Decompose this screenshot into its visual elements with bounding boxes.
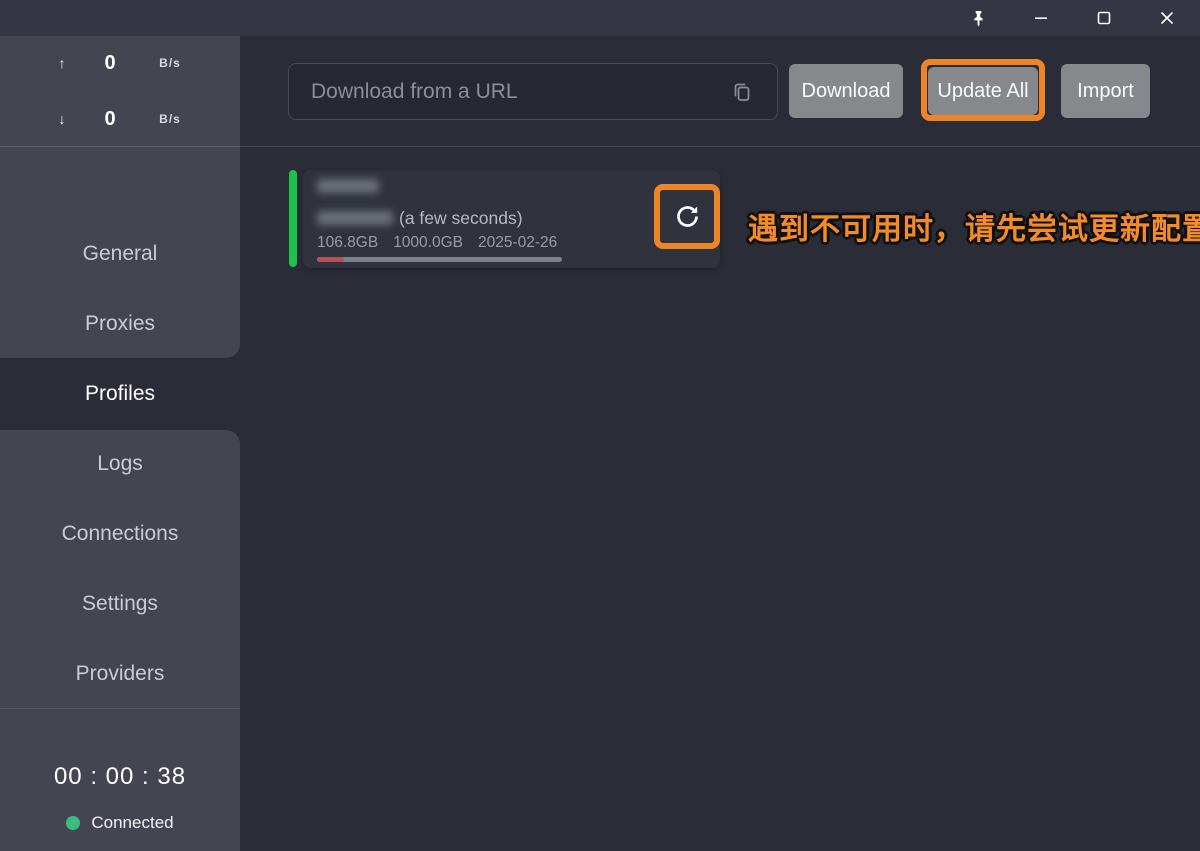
connection-status: Connected bbox=[0, 809, 240, 837]
sidebar-item-settings[interactable]: Settings bbox=[0, 569, 240, 639]
sidebar-item-proxies[interactable]: Proxies bbox=[0, 289, 240, 359]
annotation-tip-text: 遇到不可用时，请先尝试更新配置 bbox=[748, 204, 1200, 248]
redacted-profile-name bbox=[317, 179, 379, 193]
expiry-date: 2025-02-26 bbox=[478, 234, 557, 252]
sidebar-item-profiles[interactable]: Profiles bbox=[0, 359, 240, 429]
maximize-icon[interactable] bbox=[1081, 0, 1127, 36]
pin-icon[interactable] bbox=[955, 0, 1001, 36]
download-button[interactable]: Download bbox=[789, 64, 903, 118]
traffic-progress-track bbox=[317, 257, 562, 262]
traffic-total: 1000.0GB bbox=[393, 234, 463, 252]
redacted-profile-url bbox=[317, 211, 393, 225]
url-input[interactable] bbox=[288, 63, 778, 120]
progress-fill bbox=[317, 257, 344, 262]
toolbar-divider bbox=[0, 146, 1200, 147]
update-all-button[interactable]: Update All bbox=[928, 67, 1038, 115]
profile-card[interactable]: (a few seconds) 106.8GB 1000.0GB 2025-02… bbox=[303, 170, 720, 268]
download-speed: ↓ 0 B/s bbox=[0, 104, 240, 134]
profile-stats-row: 106.8GB 1000.0GB 2025-02-26 bbox=[317, 234, 557, 252]
upload-speed-value: 0 bbox=[80, 52, 140, 75]
upload-speed-unit: B/s bbox=[150, 56, 190, 70]
app-window: ↑ 0 B/s ↓ 0 B/s General Proxies Profiles… bbox=[0, 0, 1200, 851]
status-label: Connected bbox=[91, 813, 173, 833]
sidebar-item-general[interactable]: General bbox=[0, 219, 240, 289]
upload-speed: ↑ 0 B/s bbox=[0, 48, 240, 78]
uptime-timer: 00 : 00 : 38 bbox=[0, 763, 240, 791]
profile-subtitle-row: (a few seconds) bbox=[317, 208, 523, 228]
copy-icon[interactable] bbox=[727, 78, 757, 106]
download-arrow-icon: ↓ bbox=[52, 111, 72, 127]
download-speed-unit: B/s bbox=[150, 112, 190, 126]
status-dot-icon bbox=[66, 816, 80, 830]
close-icon[interactable] bbox=[1144, 0, 1190, 36]
sidebar: ↑ 0 B/s ↓ 0 B/s General Proxies Profiles… bbox=[0, 36, 240, 851]
traffic-used: 106.8GB bbox=[317, 234, 378, 252]
profile-updated-ago: (a few seconds) bbox=[399, 208, 523, 229]
import-button[interactable]: Import bbox=[1061, 64, 1150, 118]
sidebar-item-providers[interactable]: Providers bbox=[0, 639, 240, 709]
download-speed-value: 0 bbox=[80, 108, 140, 131]
upload-arrow-icon: ↑ bbox=[52, 55, 72, 71]
sidebar-item-connections[interactable]: Connections bbox=[0, 499, 240, 569]
main-content: Download Update All Import (a few second… bbox=[240, 36, 1200, 851]
minimize-icon[interactable] bbox=[1018, 0, 1064, 36]
refresh-profile-button[interactable] bbox=[659, 189, 715, 244]
sidebar-item-logs[interactable]: Logs bbox=[0, 429, 240, 499]
profile-active-accent-bar bbox=[289, 170, 297, 267]
titlebar bbox=[0, 0, 1200, 36]
